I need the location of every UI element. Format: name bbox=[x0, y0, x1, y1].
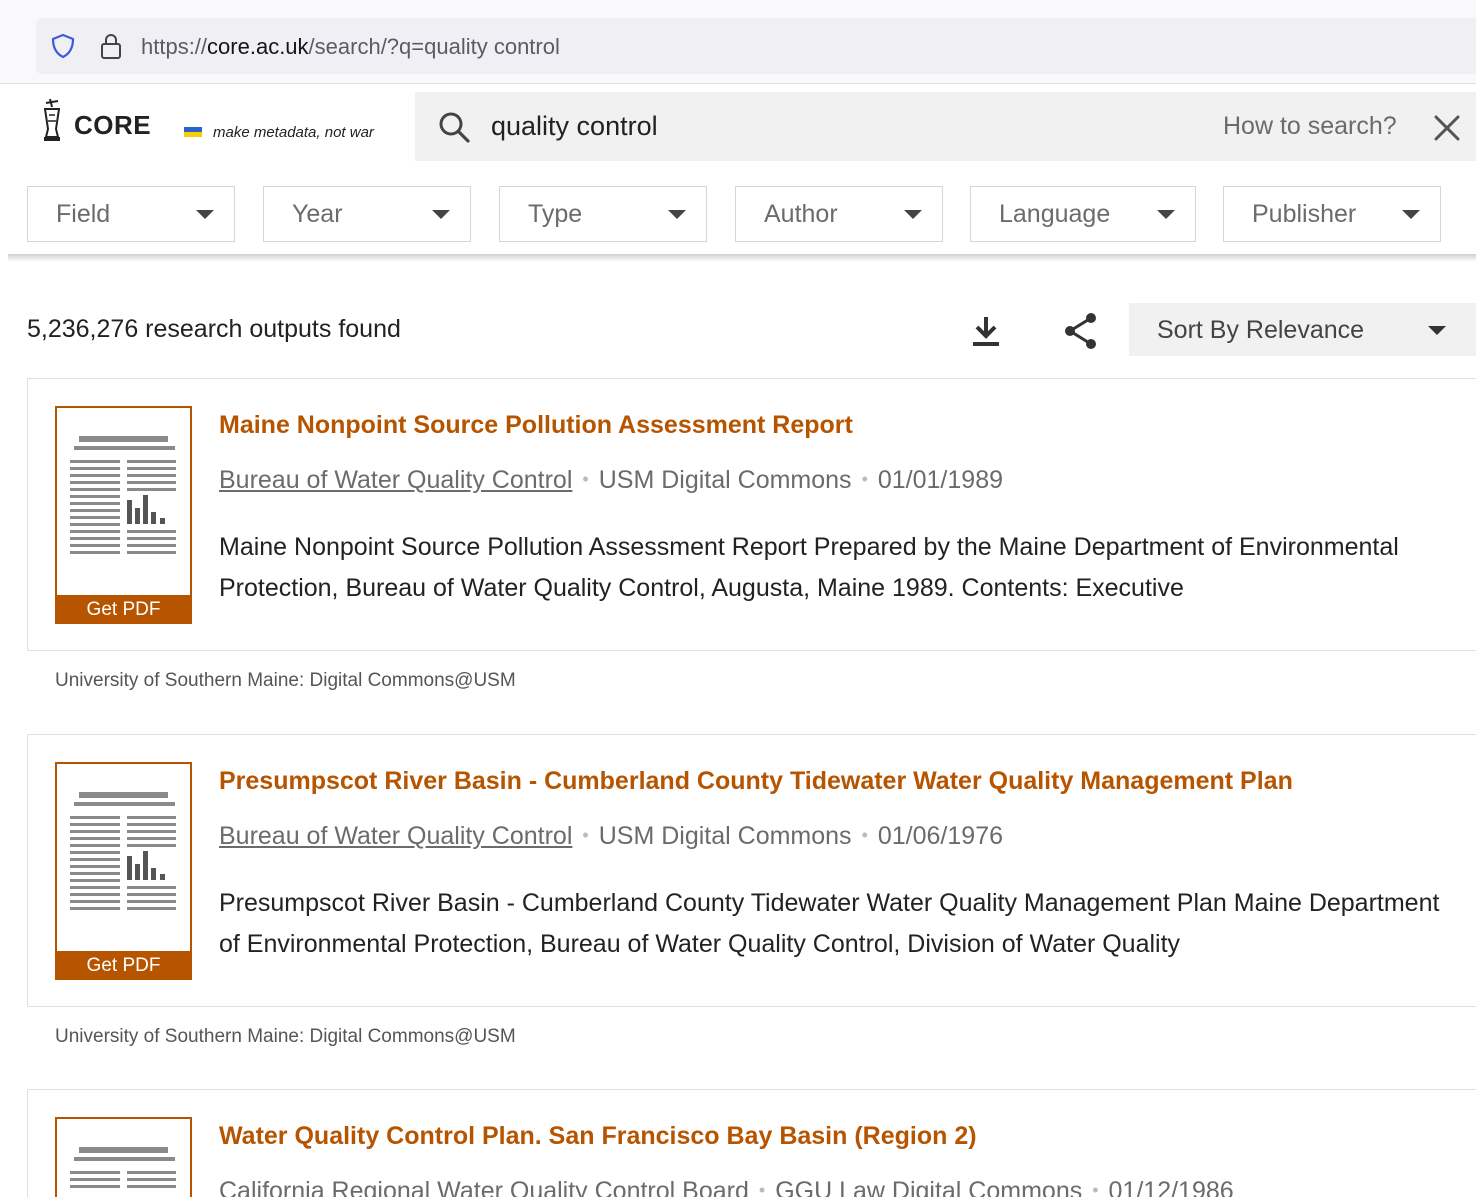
address-bar[interactable]: https://core.ac.uk/search/?q=quality con… bbox=[36, 18, 1476, 74]
result-card: Water Quality Control Plan. San Francisc… bbox=[27, 1089, 1476, 1197]
data-provider[interactable]: University of Southern Maine: Digital Co… bbox=[55, 670, 516, 692]
document-thumbnail[interactable] bbox=[55, 1117, 192, 1197]
data-provider[interactable]: University of Southern Maine: Digital Co… bbox=[55, 1026, 516, 1048]
caret-down-icon bbox=[668, 210, 686, 219]
browser-toolbar: https://core.ac.uk/search/?q=quality con… bbox=[0, 0, 1476, 84]
filter-label: Type bbox=[528, 200, 583, 228]
url-text[interactable]: https://core.ac.uk/search/?q=quality con… bbox=[141, 34, 560, 60]
url-path: /search/?q=quality control bbox=[308, 34, 560, 59]
filter-author[interactable]: Author bbox=[735, 186, 943, 242]
close-icon[interactable] bbox=[1433, 114, 1461, 142]
filter-year[interactable]: Year bbox=[263, 186, 471, 242]
publication-date: 01/06/1976 bbox=[877, 822, 1003, 850]
result-meta: Bureau of Water Quality Control • USM Digi… bbox=[219, 822, 1003, 851]
filter-label: Author bbox=[764, 200, 838, 228]
caret-down-icon bbox=[1428, 326, 1446, 335]
filter-language[interactable]: Language bbox=[970, 186, 1196, 242]
caret-down-icon bbox=[1157, 210, 1175, 219]
filter-type[interactable]: Type bbox=[499, 186, 707, 242]
how-to-search-link[interactable]: How to search? bbox=[1223, 112, 1397, 141]
results-count: 5,236,276 research outputs found bbox=[27, 315, 401, 343]
repository-name: USM Digital Commons bbox=[598, 466, 852, 494]
separator-dot: • bbox=[582, 469, 589, 489]
separator-dot: • bbox=[758, 1180, 766, 1197]
result-abstract: Maine Nonpoint Source Pollution Assessme… bbox=[219, 533, 1399, 602]
result-card: Get PDF Maine Nonpoint Source Pollution … bbox=[27, 378, 1476, 651]
document-thumbnail-icon bbox=[70, 436, 176, 554]
filter-label: Field bbox=[56, 200, 111, 228]
result-meta: California Regional Water Quality Contro… bbox=[219, 1177, 1234, 1197]
publication-date: 01/12/1986 bbox=[1108, 1177, 1234, 1197]
url-prefix: https:// bbox=[141, 34, 208, 59]
result-card: Get PDF Presumpscot River Basin - Cumber… bbox=[27, 734, 1476, 1007]
result-title-link[interactable]: Maine Nonpoint Source Pollution Assessme… bbox=[219, 411, 853, 440]
search-icon[interactable] bbox=[437, 110, 471, 144]
ukraine-flag-icon bbox=[184, 127, 202, 137]
author-link[interactable]: California Regional Water Quality Contro… bbox=[219, 1177, 749, 1197]
author-link[interactable]: Bureau of Water Quality Control bbox=[219, 466, 572, 494]
search-input[interactable] bbox=[491, 105, 1191, 147]
filter-label: Year bbox=[292, 200, 343, 228]
slogan: make metadata, not war bbox=[213, 124, 374, 141]
get-pdf-button[interactable]: Get PDF bbox=[55, 595, 192, 624]
sort-dropdown[interactable]: Sort By Relevance bbox=[1129, 303, 1476, 356]
caret-down-icon bbox=[432, 210, 450, 219]
url-host: core.ac.uk bbox=[207, 34, 309, 59]
separator-dot: • bbox=[582, 825, 589, 845]
get-pdf-button[interactable]: Get PDF bbox=[55, 951, 192, 980]
share-icon[interactable] bbox=[1062, 311, 1100, 351]
filter-field[interactable]: Field bbox=[27, 186, 235, 242]
document-thumbnail-icon bbox=[70, 1147, 176, 1188]
logo-text: CORE bbox=[74, 110, 152, 140]
author-link[interactable]: Bureau of Water Quality Control bbox=[219, 822, 572, 850]
repository-name: GGU Law Digital Commons bbox=[775, 1177, 1083, 1197]
site-header: CORE make metadata, not war How to searc… bbox=[0, 84, 1476, 260]
filter-label: Publisher bbox=[1252, 200, 1357, 228]
filter-bar: Field Year Type Author Language Publishe… bbox=[0, 186, 1476, 242]
core-logo-icon bbox=[43, 99, 61, 141]
filter-publisher[interactable]: Publisher bbox=[1223, 186, 1441, 242]
shield-icon[interactable] bbox=[50, 33, 76, 59]
separator-dot: • bbox=[861, 469, 868, 489]
publication-date: 01/01/1989 bbox=[877, 466, 1003, 494]
core-logo[interactable]: CORE bbox=[36, 99, 196, 145]
caret-down-icon bbox=[196, 210, 214, 219]
result-title-link[interactable]: Presumpscot River Basin - Cumberland Cou… bbox=[219, 767, 1293, 796]
caret-down-icon bbox=[1402, 210, 1420, 219]
filter-label: Language bbox=[999, 200, 1111, 228]
result-title-link[interactable]: Water Quality Control Plan. San Francisc… bbox=[219, 1122, 977, 1151]
document-thumbnail[interactable]: Get PDF bbox=[55, 406, 192, 624]
header-shadow bbox=[8, 254, 1476, 262]
separator-dot: • bbox=[861, 825, 868, 845]
caret-down-icon bbox=[904, 210, 922, 219]
result-abstract: Presumpscot River Basin - Cumberland Cou… bbox=[219, 889, 1440, 958]
document-thumbnail-icon bbox=[70, 792, 176, 910]
search-bar: How to search? bbox=[415, 92, 1476, 161]
repository-name: USM Digital Commons bbox=[598, 822, 852, 850]
separator-dot: • bbox=[1092, 1180, 1099, 1197]
document-thumbnail[interactable]: Get PDF bbox=[55, 762, 192, 980]
sort-label: Sort By Relevance bbox=[1157, 316, 1365, 344]
download-icon[interactable] bbox=[968, 313, 1004, 349]
lock-icon[interactable] bbox=[98, 32, 124, 60]
result-meta: Bureau of Water Quality Control • USM Digi… bbox=[219, 466, 1003, 495]
